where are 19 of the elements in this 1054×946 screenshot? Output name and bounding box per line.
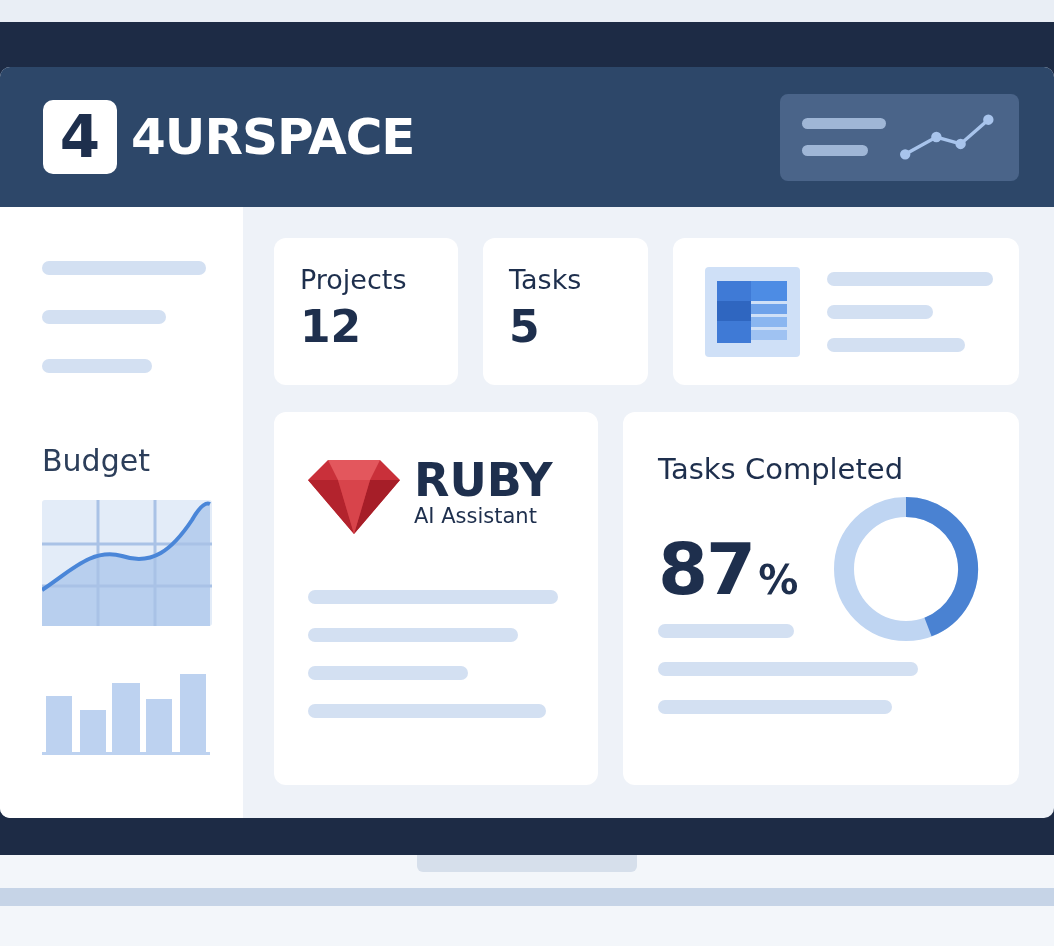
stat-value: 12 bbox=[300, 301, 363, 352]
chart-bar bbox=[146, 699, 172, 752]
text-placeholder-bar bbox=[802, 145, 868, 156]
percentage-value: 87 bbox=[658, 527, 755, 611]
stat-value: 5 bbox=[509, 301, 541, 352]
percent-sign: % bbox=[758, 557, 799, 603]
chart-bar bbox=[80, 710, 106, 752]
logo-mark: 4 bbox=[43, 100, 117, 174]
card-title: Tasks Completed bbox=[658, 452, 905, 486]
chart-bar bbox=[112, 683, 140, 752]
table-icon bbox=[705, 266, 800, 357]
assistant-subtitle: AI Assistant bbox=[414, 504, 538, 529]
chart-bar bbox=[46, 696, 72, 752]
stat-label: Projects bbox=[300, 264, 408, 295]
brand-name: 4URSPACE bbox=[131, 108, 415, 166]
budget-label: Budget bbox=[42, 443, 151, 478]
gem-icon bbox=[308, 458, 400, 534]
assistant-title: RUBY bbox=[414, 456, 553, 505]
stat-label: Tasks bbox=[509, 264, 583, 295]
